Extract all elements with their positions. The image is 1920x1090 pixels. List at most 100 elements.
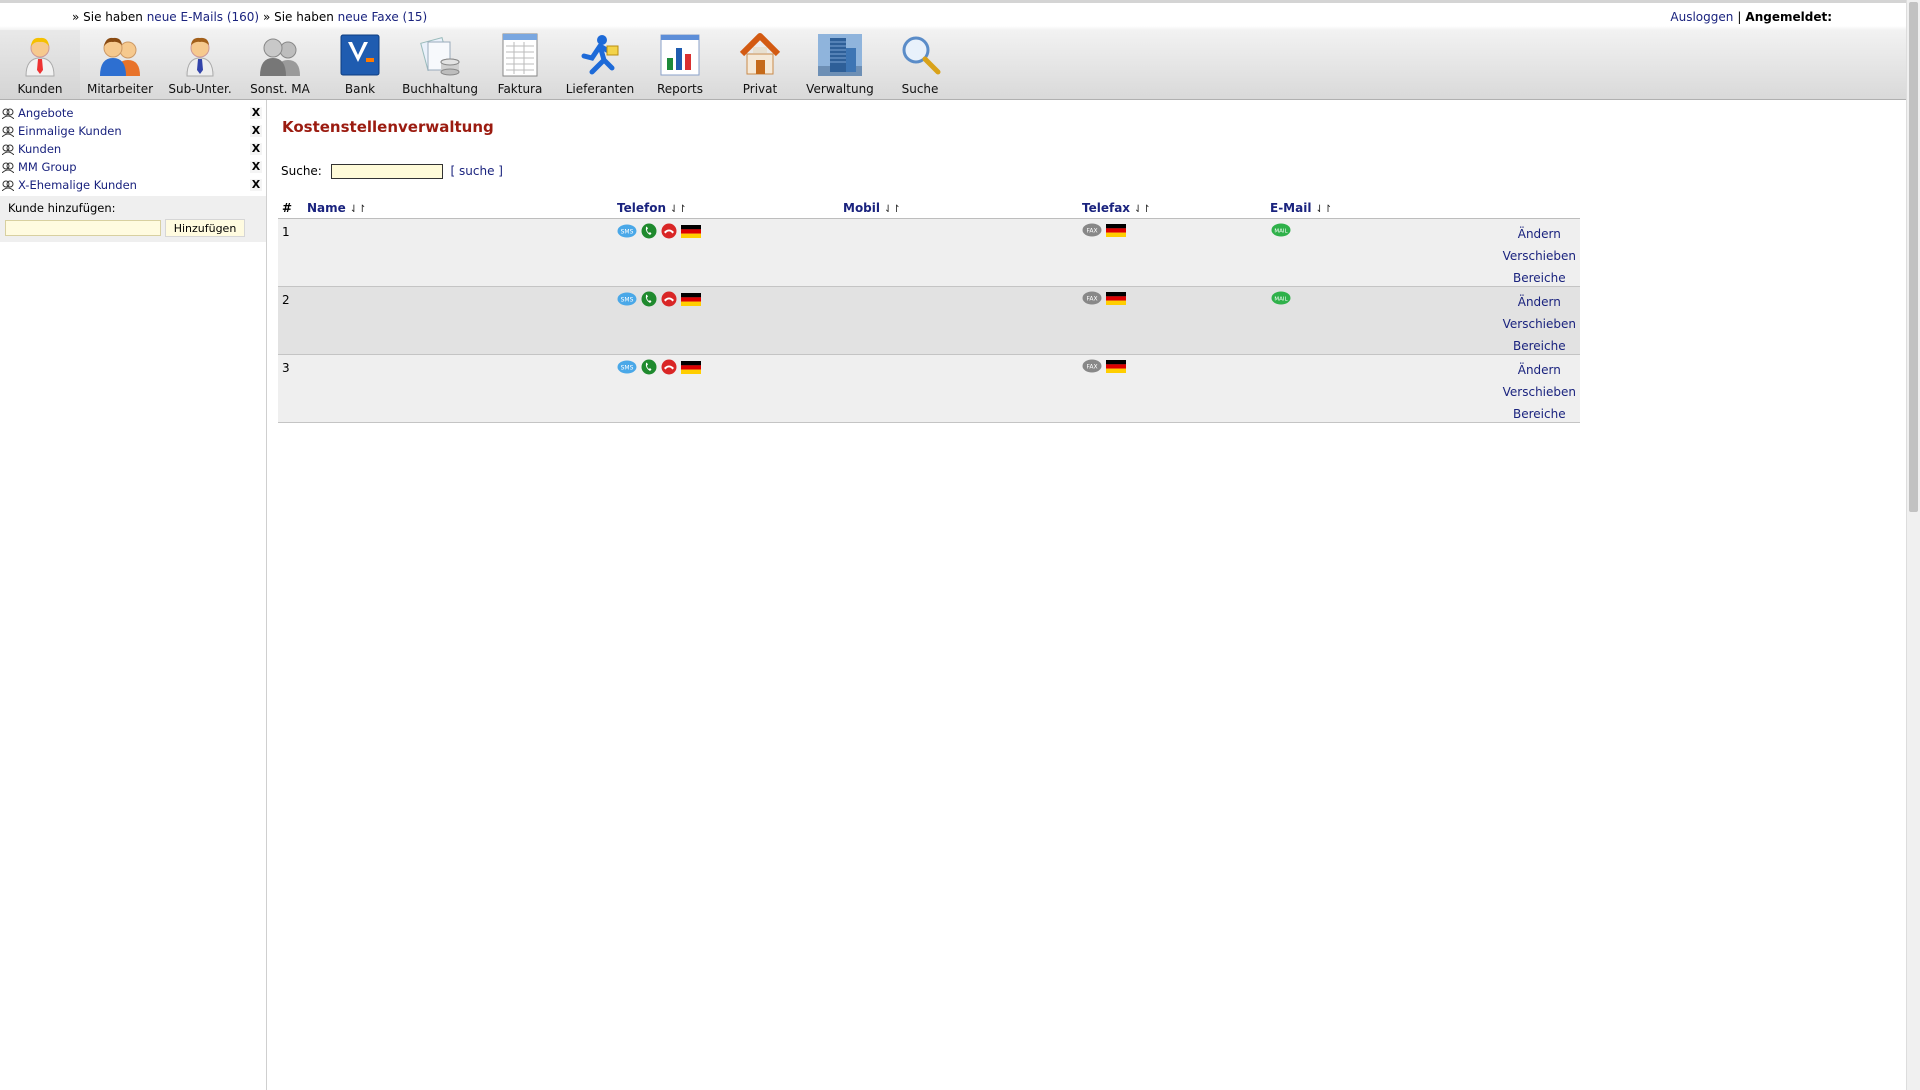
svg-text:FAX: FAX [1086, 296, 1097, 303]
remove-icon[interactable]: X [250, 161, 262, 173]
nav-sonst-ma[interactable]: Sonst. MA [240, 30, 320, 99]
nav-label: Sub-Unter. [168, 82, 232, 96]
telefon-icons: SMS [617, 359, 701, 375]
nav-label: Reports [656, 82, 704, 96]
logout-link[interactable]: Ausloggen [1670, 10, 1733, 24]
column-header-label: E-Mail [1270, 201, 1312, 215]
sidebar-item-link[interactable]: Angebote [18, 106, 73, 120]
remove-icon[interactable]: X [250, 107, 262, 119]
nav-sub-unter[interactable]: Sub-Unter. [160, 30, 240, 99]
nav-verwaltung[interactable]: Verwaltung [800, 30, 880, 99]
fax-icon[interactable]: FAX [1082, 291, 1102, 305]
runner-icon [581, 35, 619, 75]
add-customer-label: Kunde hinzufügen: [8, 201, 116, 215]
sidebar-item-x-ehemalige-kunden: X-Ehemalige Kunden X [0, 176, 266, 194]
email-icons: MAIL [1271, 223, 1291, 237]
telefon-icons: SMS [617, 291, 701, 307]
move-link[interactable]: Verschieben [1503, 383, 1576, 405]
remove-icon[interactable]: X [250, 125, 262, 137]
scrollbar-thumb[interactable] [1909, 2, 1918, 512]
telefax-icons: FAX [1082, 223, 1126, 237]
table-row: 1 SMS FAX MAIL Ändern Verschieben Bereic… [278, 219, 1580, 287]
svg-text:SMS: SMS [621, 229, 634, 236]
row-number: 3 [282, 361, 290, 375]
nav-reports[interactable]: Reports [640, 30, 720, 99]
column-header-label: Telefon [617, 201, 666, 215]
magnifier-icon [902, 36, 941, 75]
search-input[interactable] [330, 164, 443, 179]
sort-icon[interactable]: ⇃↾ [350, 204, 367, 215]
phone-call-icon[interactable] [641, 359, 657, 375]
user-icon [185, 37, 215, 78]
bank-logo-icon [340, 34, 380, 76]
edit-link[interactable]: Ändern [1503, 225, 1576, 247]
phone-hangup-icon[interactable] [661, 223, 677, 239]
top-border [0, 0, 1907, 3]
areas-link[interactable]: Bereiche [1503, 405, 1576, 427]
phone-hangup-icon[interactable] [661, 359, 677, 375]
phone-call-icon[interactable] [641, 291, 657, 307]
svg-text:FAX: FAX [1086, 364, 1097, 371]
new-fax-link[interactable]: neue Faxe (15) [338, 10, 428, 24]
sort-icon[interactable]: ⇃↾ [1134, 204, 1151, 215]
remove-icon[interactable]: X [250, 143, 262, 155]
nav-mitarbeiter[interactable]: Mitarbeiter [80, 30, 160, 99]
sidebar-item-link[interactable]: X-Ehemalige Kunden [18, 178, 137, 192]
sort-icon[interactable]: ⇃↾ [884, 204, 901, 215]
new-emails-link[interactable]: neue E-Mails (160) [147, 10, 259, 24]
accounting-icon [420, 37, 460, 76]
move-link[interactable]: Verschieben [1503, 247, 1576, 269]
table-header: # Name ⇃↾ Telefon ⇃↾ Mobil ⇃↾ Telefax ⇃↾ E-M… [278, 198, 1580, 219]
row-actions: Ändern Verschieben Bereiche [1503, 225, 1576, 291]
column-header-number: # [282, 201, 293, 215]
telefon-icons: SMS [617, 223, 701, 239]
column-header-mobil[interactable]: Mobil ⇃↾ [843, 201, 901, 215]
sidebar-item-link[interactable]: MM Group [18, 160, 77, 174]
sort-icon[interactable]: ⇃↾ [1315, 204, 1332, 215]
add-customer-box: Kunde hinzufügen: Hinzufügen [0, 196, 266, 242]
notification-line: » Sie haben neue E-Mails (160) » Sie hab… [72, 10, 427, 24]
sms-icon[interactable]: SMS [617, 360, 637, 374]
add-customer-input[interactable] [5, 220, 161, 236]
mail-icon[interactable]: MAIL [1271, 223, 1291, 237]
german-flag-icon [1106, 359, 1126, 373]
sms-icon[interactable]: SMS [617, 292, 637, 306]
fax-icon[interactable]: FAX [1082, 359, 1102, 373]
nav-privat[interactable]: Privat [720, 30, 800, 99]
sms-icon[interactable]: SMS [617, 224, 637, 238]
german-flag-icon [1106, 291, 1126, 305]
phone-call-icon[interactable] [641, 223, 657, 239]
svg-text:SMS: SMS [621, 297, 634, 304]
edit-link[interactable]: Ändern [1503, 361, 1576, 383]
nav-bank[interactable]: Bank [320, 30, 400, 99]
remove-icon[interactable]: X [250, 179, 262, 191]
telefax-icons: FAX [1082, 291, 1126, 305]
edit-link[interactable]: Ändern [1503, 293, 1576, 315]
column-header-telefax[interactable]: Telefax ⇃↾ [1082, 201, 1151, 215]
phone-hangup-icon[interactable] [661, 291, 677, 307]
nav-buchhaltung[interactable]: Buchhaltung [400, 30, 480, 99]
account-separator: | [1737, 10, 1742, 24]
sidebar-item-link[interactable]: Einmalige Kunden [18, 124, 122, 138]
sidebar-item-link[interactable]: Kunden [18, 142, 61, 156]
nav-faktura[interactable]: Faktura [480, 30, 560, 99]
nav-label: Lieferanten [565, 82, 635, 96]
nav-label: Buchhaltung [402, 82, 478, 96]
mail-icon[interactable]: MAIL [1271, 291, 1291, 305]
sidebar: Angebote X Einmalige Kunden X Kunden X M… [0, 100, 267, 1090]
nav-lieferanten[interactable]: Lieferanten [560, 30, 640, 99]
user-tie-icon [24, 37, 56, 78]
nav-kunden[interactable]: Kunden [0, 30, 80, 99]
sort-icon[interactable]: ⇃↾ [670, 204, 687, 215]
nav-suche[interactable]: Suche [880, 30, 960, 99]
fax-icon[interactable]: FAX [1082, 223, 1102, 237]
move-link[interactable]: Verschieben [1503, 315, 1576, 337]
column-header-name[interactable]: Name ⇃↾ [307, 201, 367, 215]
add-customer-button[interactable]: Hinzufügen [165, 219, 245, 237]
column-header-email[interactable]: E-Mail ⇃↾ [1270, 201, 1332, 215]
office-building-icon [818, 34, 862, 76]
search-link[interactable]: [ suche ] [451, 164, 503, 178]
vertical-scrollbar[interactable] [1906, 0, 1920, 1090]
column-header-telefon[interactable]: Telefon ⇃↾ [617, 201, 687, 215]
account-area: Ausloggen | Angemeldet: [1670, 10, 1832, 24]
